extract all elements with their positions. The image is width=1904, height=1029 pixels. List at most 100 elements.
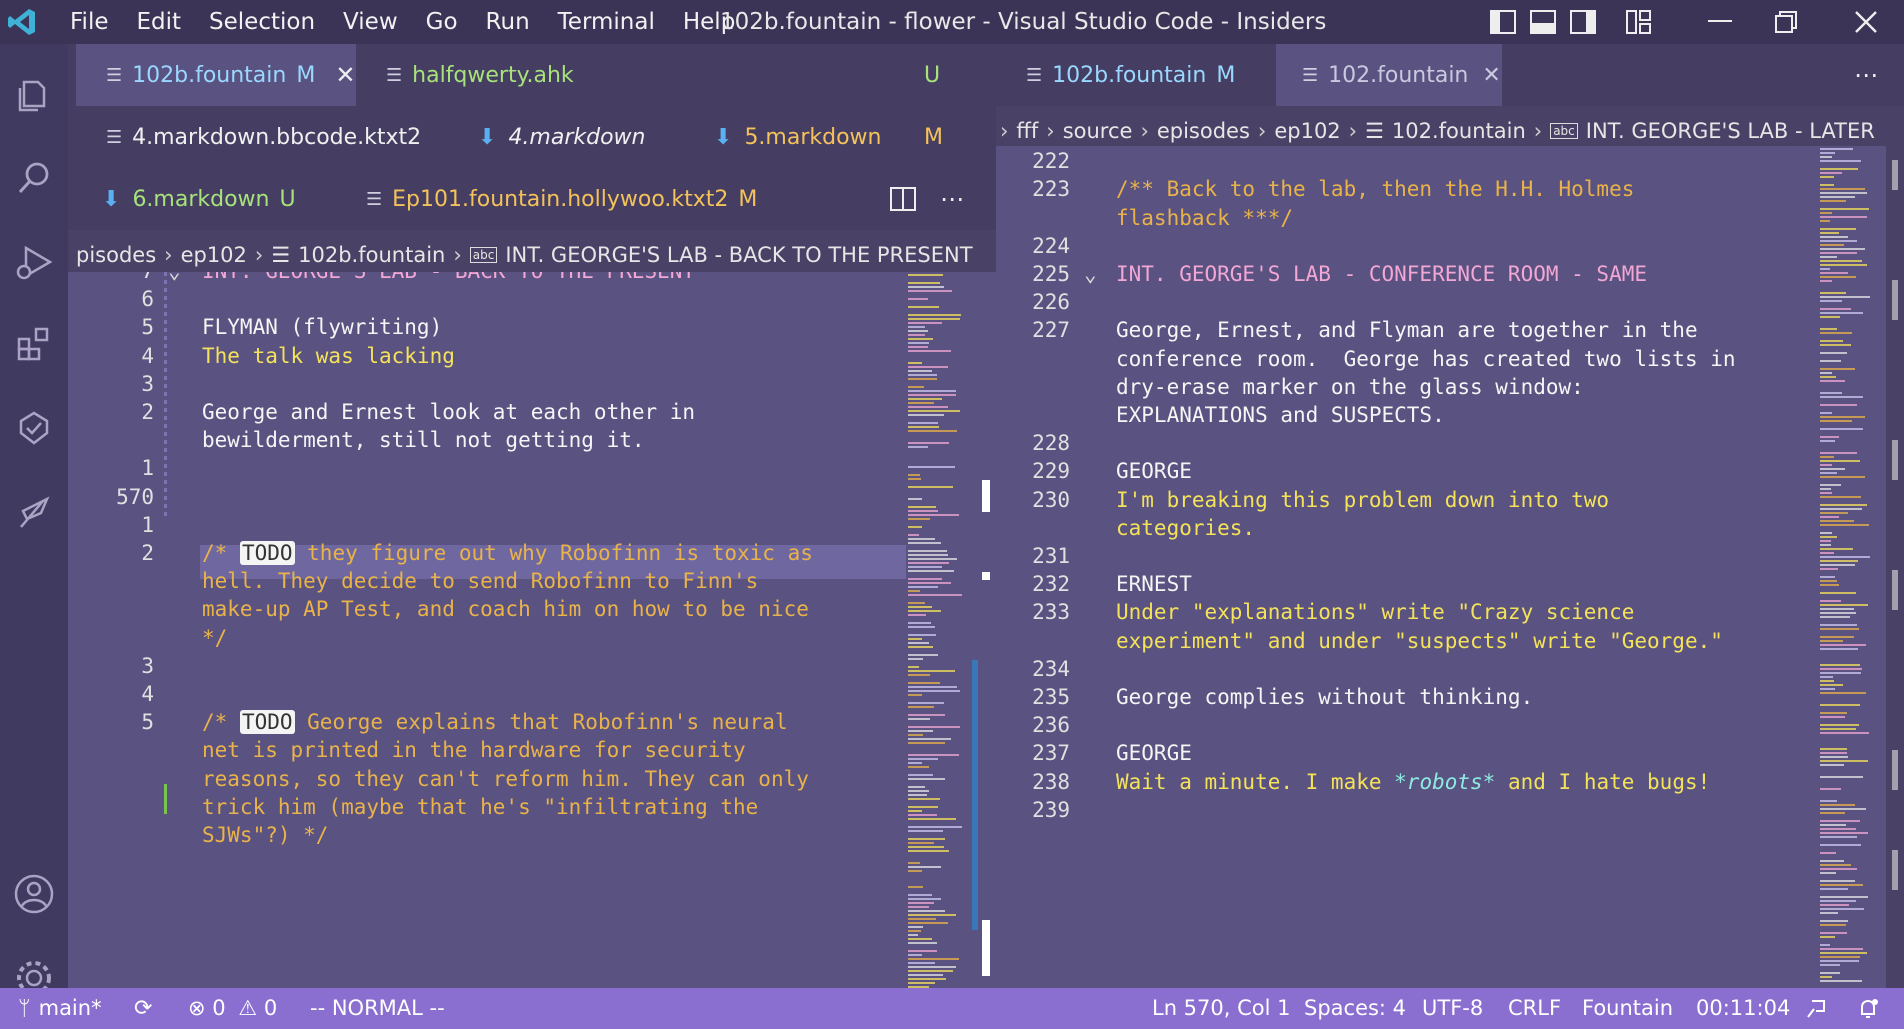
menu-edit[interactable]: Edit bbox=[123, 0, 196, 44]
left-minimap[interactable] bbox=[906, 272, 978, 988]
cursor-position[interactable]: Ln 570, Col 1 bbox=[1152, 988, 1291, 1029]
minimap-line bbox=[1820, 704, 1860, 706]
right-editor[interactable]: 221I'll need to see ID from all of you.2… bbox=[996, 146, 1818, 988]
tab-102b-fountain-right[interactable]: ☰ 102b.fountain M bbox=[1026, 44, 1235, 106]
tab-102-fountain[interactable]: ☰ 102.fountain ✕ bbox=[1276, 44, 1502, 106]
toggle-primary-sidebar-icon[interactable] bbox=[1488, 0, 1518, 44]
minimap-line bbox=[1820, 608, 1854, 610]
restore-icon[interactable] bbox=[1756, 0, 1816, 44]
minimap-line bbox=[908, 554, 948, 556]
minimap-line bbox=[908, 930, 921, 932]
tab-4-markdown-bbcode-ktxt2[interactable]: ☰ 4.markdown.bbcode.ktxt2 bbox=[106, 106, 421, 168]
breadcrumb-item[interactable]: source bbox=[1063, 119, 1133, 143]
indentation[interactable]: Spaces: 4 bbox=[1304, 988, 1406, 1029]
minimap-line bbox=[908, 578, 942, 580]
breadcrumb-item[interactable]: INT. GEORGE'S LAB - BACK TO THE PRESENT bbox=[505, 243, 972, 267]
close-tab-icon[interactable]: ✕ bbox=[335, 61, 355, 89]
branch-indicator[interactable]: ᛘ main* bbox=[18, 988, 102, 1029]
minimap-line bbox=[908, 582, 951, 584]
minimap-line bbox=[908, 970, 953, 972]
customize-layout-icon[interactable] bbox=[1622, 0, 1656, 44]
minimap-line bbox=[908, 654, 938, 656]
line-ending[interactable]: CRLF bbox=[1508, 988, 1561, 1029]
minimap-line bbox=[908, 614, 926, 616]
vim-mode: -- NORMAL -- bbox=[310, 996, 445, 1020]
account-icon[interactable] bbox=[0, 858, 68, 930]
code-line: make-up AP Test, and coach him on how to… bbox=[202, 597, 809, 622]
tab-4-markdown[interactable]: ⬇ 4.markdown bbox=[478, 106, 646, 168]
minimap-line bbox=[1820, 568, 1838, 570]
fold-chevron-icon[interactable]: ⌄ bbox=[1084, 257, 1097, 291]
breadcrumb-item[interactable]: INT. GEORGE'S LAB - LATER bbox=[1586, 119, 1875, 143]
tab-modified-badge: U bbox=[279, 186, 296, 212]
extensions-icon[interactable] bbox=[0, 308, 68, 380]
minimap-line bbox=[1820, 316, 1840, 318]
menu-view[interactable]: View bbox=[329, 0, 412, 44]
tab-modified-badge: U bbox=[924, 62, 941, 88]
minimize-icon[interactable] bbox=[1690, 0, 1750, 44]
more-actions-icon[interactable]: ⋯ bbox=[940, 168, 964, 230]
breadcrumb-item[interactable]: 102.fountain bbox=[1392, 119, 1526, 143]
minimap-line bbox=[1820, 808, 1866, 810]
minimap-line bbox=[908, 766, 929, 768]
language-mode[interactable]: Fountain bbox=[1582, 988, 1673, 1029]
minimap-line bbox=[1820, 728, 1856, 730]
toggle-panel-icon[interactable] bbox=[1528, 0, 1558, 44]
feather-icon[interactable] bbox=[0, 476, 68, 548]
menu-terminal[interactable]: Terminal bbox=[544, 0, 669, 44]
breadcrumb-item[interactable]: ep102 bbox=[1274, 119, 1340, 143]
split-editor-icon[interactable] bbox=[890, 168, 916, 230]
abc-symbol-icon: abc bbox=[469, 247, 498, 263]
code-line: */ bbox=[202, 625, 228, 650]
tab-6-markdown[interactable]: ⬇ 6.markdown U bbox=[102, 168, 296, 230]
file-lines-icon: ☰ bbox=[1302, 64, 1319, 86]
minimap-line bbox=[1820, 268, 1830, 270]
breadcrumb-item[interactable]: fff bbox=[1016, 119, 1038, 143]
abc-symbol-icon: abc bbox=[1550, 123, 1578, 139]
minimap-line bbox=[908, 914, 956, 916]
tab-ep101-fountain-hollywoo[interactable]: ☰ Ep101.fountain.hollywoo.ktxt2 M bbox=[366, 168, 757, 230]
tab-5-markdown[interactable]: ⬇ 5.markdown bbox=[714, 106, 882, 168]
minimap-line bbox=[1820, 624, 1857, 626]
left-editor[interactable]: 7⌄INT. GEORGE'S LAB - BACK TO THE PRESEN… bbox=[68, 272, 996, 988]
minimap-line bbox=[908, 850, 949, 852]
minimap-line bbox=[1820, 600, 1841, 602]
minimap-line bbox=[1820, 564, 1855, 566]
minimap-line bbox=[1820, 560, 1858, 562]
search-icon[interactable] bbox=[0, 142, 68, 214]
minimap-line bbox=[1820, 760, 1868, 762]
problems-indicator[interactable]: ⊗ 0 ⚠ 0 bbox=[188, 988, 277, 1029]
menu-file[interactable]: File bbox=[56, 0, 123, 44]
timer[interactable]: 00:11:04 bbox=[1696, 988, 1790, 1029]
more-actions-icon[interactable]: ⋯ bbox=[1854, 44, 1878, 106]
encoding[interactable]: UTF-8 bbox=[1422, 988, 1483, 1029]
breadcrumb-item[interactable]: ep102 bbox=[181, 243, 247, 267]
run-debug-icon[interactable] bbox=[0, 226, 68, 298]
minimap-line bbox=[908, 958, 959, 960]
right-minimap[interactable] bbox=[1818, 146, 1886, 988]
close-window-icon[interactable] bbox=[1836, 0, 1896, 44]
minimap-line bbox=[908, 754, 959, 756]
notifications-bell-icon[interactable] bbox=[1856, 988, 1880, 1029]
toggle-secondary-sidebar-icon[interactable] bbox=[1568, 0, 1598, 44]
fold-chevron-icon[interactable]: ⌄ bbox=[168, 272, 181, 288]
breadcrumb-item[interactable]: pisodes bbox=[76, 243, 156, 267]
feedback-icon[interactable] bbox=[1804, 988, 1828, 1029]
testing-icon[interactable] bbox=[0, 392, 68, 464]
breadcrumb-item[interactable]: episodes bbox=[1157, 119, 1250, 143]
menu-selection[interactable]: Selection bbox=[195, 0, 329, 44]
minimap-line bbox=[908, 738, 951, 740]
left-scrollbar-thumb[interactable] bbox=[982, 480, 990, 512]
menu-run[interactable]: Run bbox=[472, 0, 544, 44]
tab-102b-fountain[interactable]: ☰ 102b.fountain M ✕ bbox=[76, 44, 356, 106]
breadcrumb-item[interactable]: 102b.fountain bbox=[298, 243, 445, 267]
sync-icon[interactable]: ⟳ bbox=[134, 988, 152, 1029]
close-tab-icon[interactable]: ✕ bbox=[1482, 63, 1500, 88]
minimap-line bbox=[1820, 548, 1853, 550]
menu-go[interactable]: Go bbox=[412, 0, 472, 44]
minimap-line bbox=[908, 282, 940, 284]
explorer-icon[interactable] bbox=[0, 58, 68, 130]
minimap-line bbox=[908, 642, 929, 644]
minimap-line bbox=[908, 370, 932, 372]
minimap-line bbox=[1820, 152, 1835, 154]
